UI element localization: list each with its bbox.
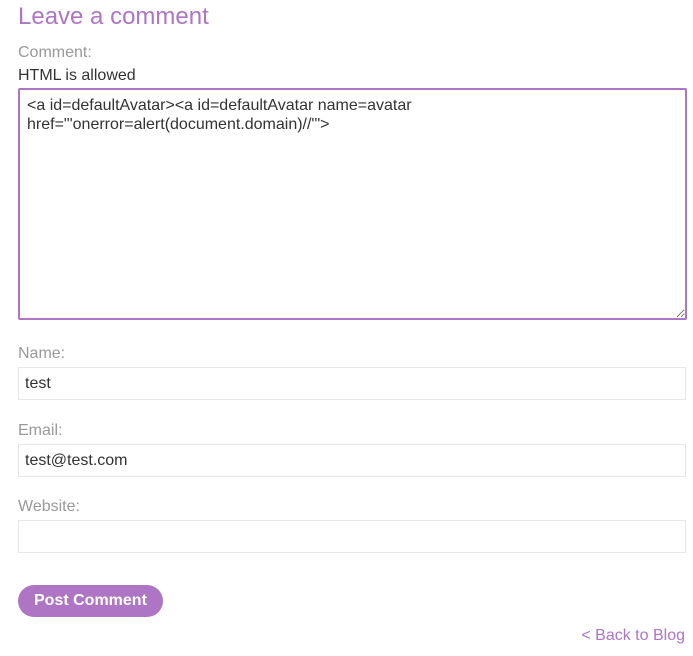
website-label: Website: bbox=[18, 498, 80, 515]
email-input[interactable] bbox=[18, 444, 686, 477]
html-allowed-hint: HTML is allowed bbox=[18, 67, 136, 84]
comment-form: Comment: HTML is allowed Name: Email: We… bbox=[18, 44, 687, 617]
name-label: Name: bbox=[18, 345, 66, 362]
submit-row: Post Comment bbox=[18, 585, 685, 617]
website-input[interactable] bbox=[18, 520, 686, 553]
comment-textarea[interactable] bbox=[18, 88, 687, 320]
name-input[interactable] bbox=[18, 367, 686, 400]
comment-section: Leave a comment Comment: HTML is allowed… bbox=[0, 0, 693, 644]
email-label: Email: bbox=[18, 422, 63, 439]
comment-label: Comment: bbox=[18, 44, 92, 61]
page-title: Leave a comment bbox=[18, 3, 209, 30]
post-comment-button[interactable]: Post Comment bbox=[18, 585, 163, 617]
back-to-blog-link[interactable]: < Back to Blog bbox=[581, 627, 685, 645]
